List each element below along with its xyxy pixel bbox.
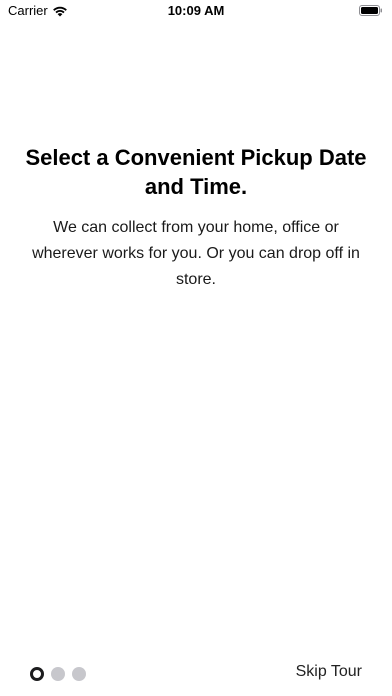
status-bar: Carrier 10:09 AM — [0, 0, 392, 22]
onboarding-description: We can collect from your home, office or… — [32, 219, 360, 288]
page-dot-2[interactable] — [51, 667, 65, 681]
onboarding-title: Select a Convenient Pickup Date and Time… — [25, 145, 367, 199]
page-indicator[interactable] — [30, 667, 86, 681]
status-time: 10:09 AM — [167, 3, 225, 18]
onboarding-content: Select a Convenient Pickup Date and Time… — [24, 143, 368, 293]
skip-tour-button[interactable]: Skip Tour — [296, 663, 362, 681]
battery-icon — [359, 5, 383, 16]
page-dot-3[interactable] — [72, 667, 86, 681]
page-dot-1-active[interactable] — [30, 667, 44, 681]
